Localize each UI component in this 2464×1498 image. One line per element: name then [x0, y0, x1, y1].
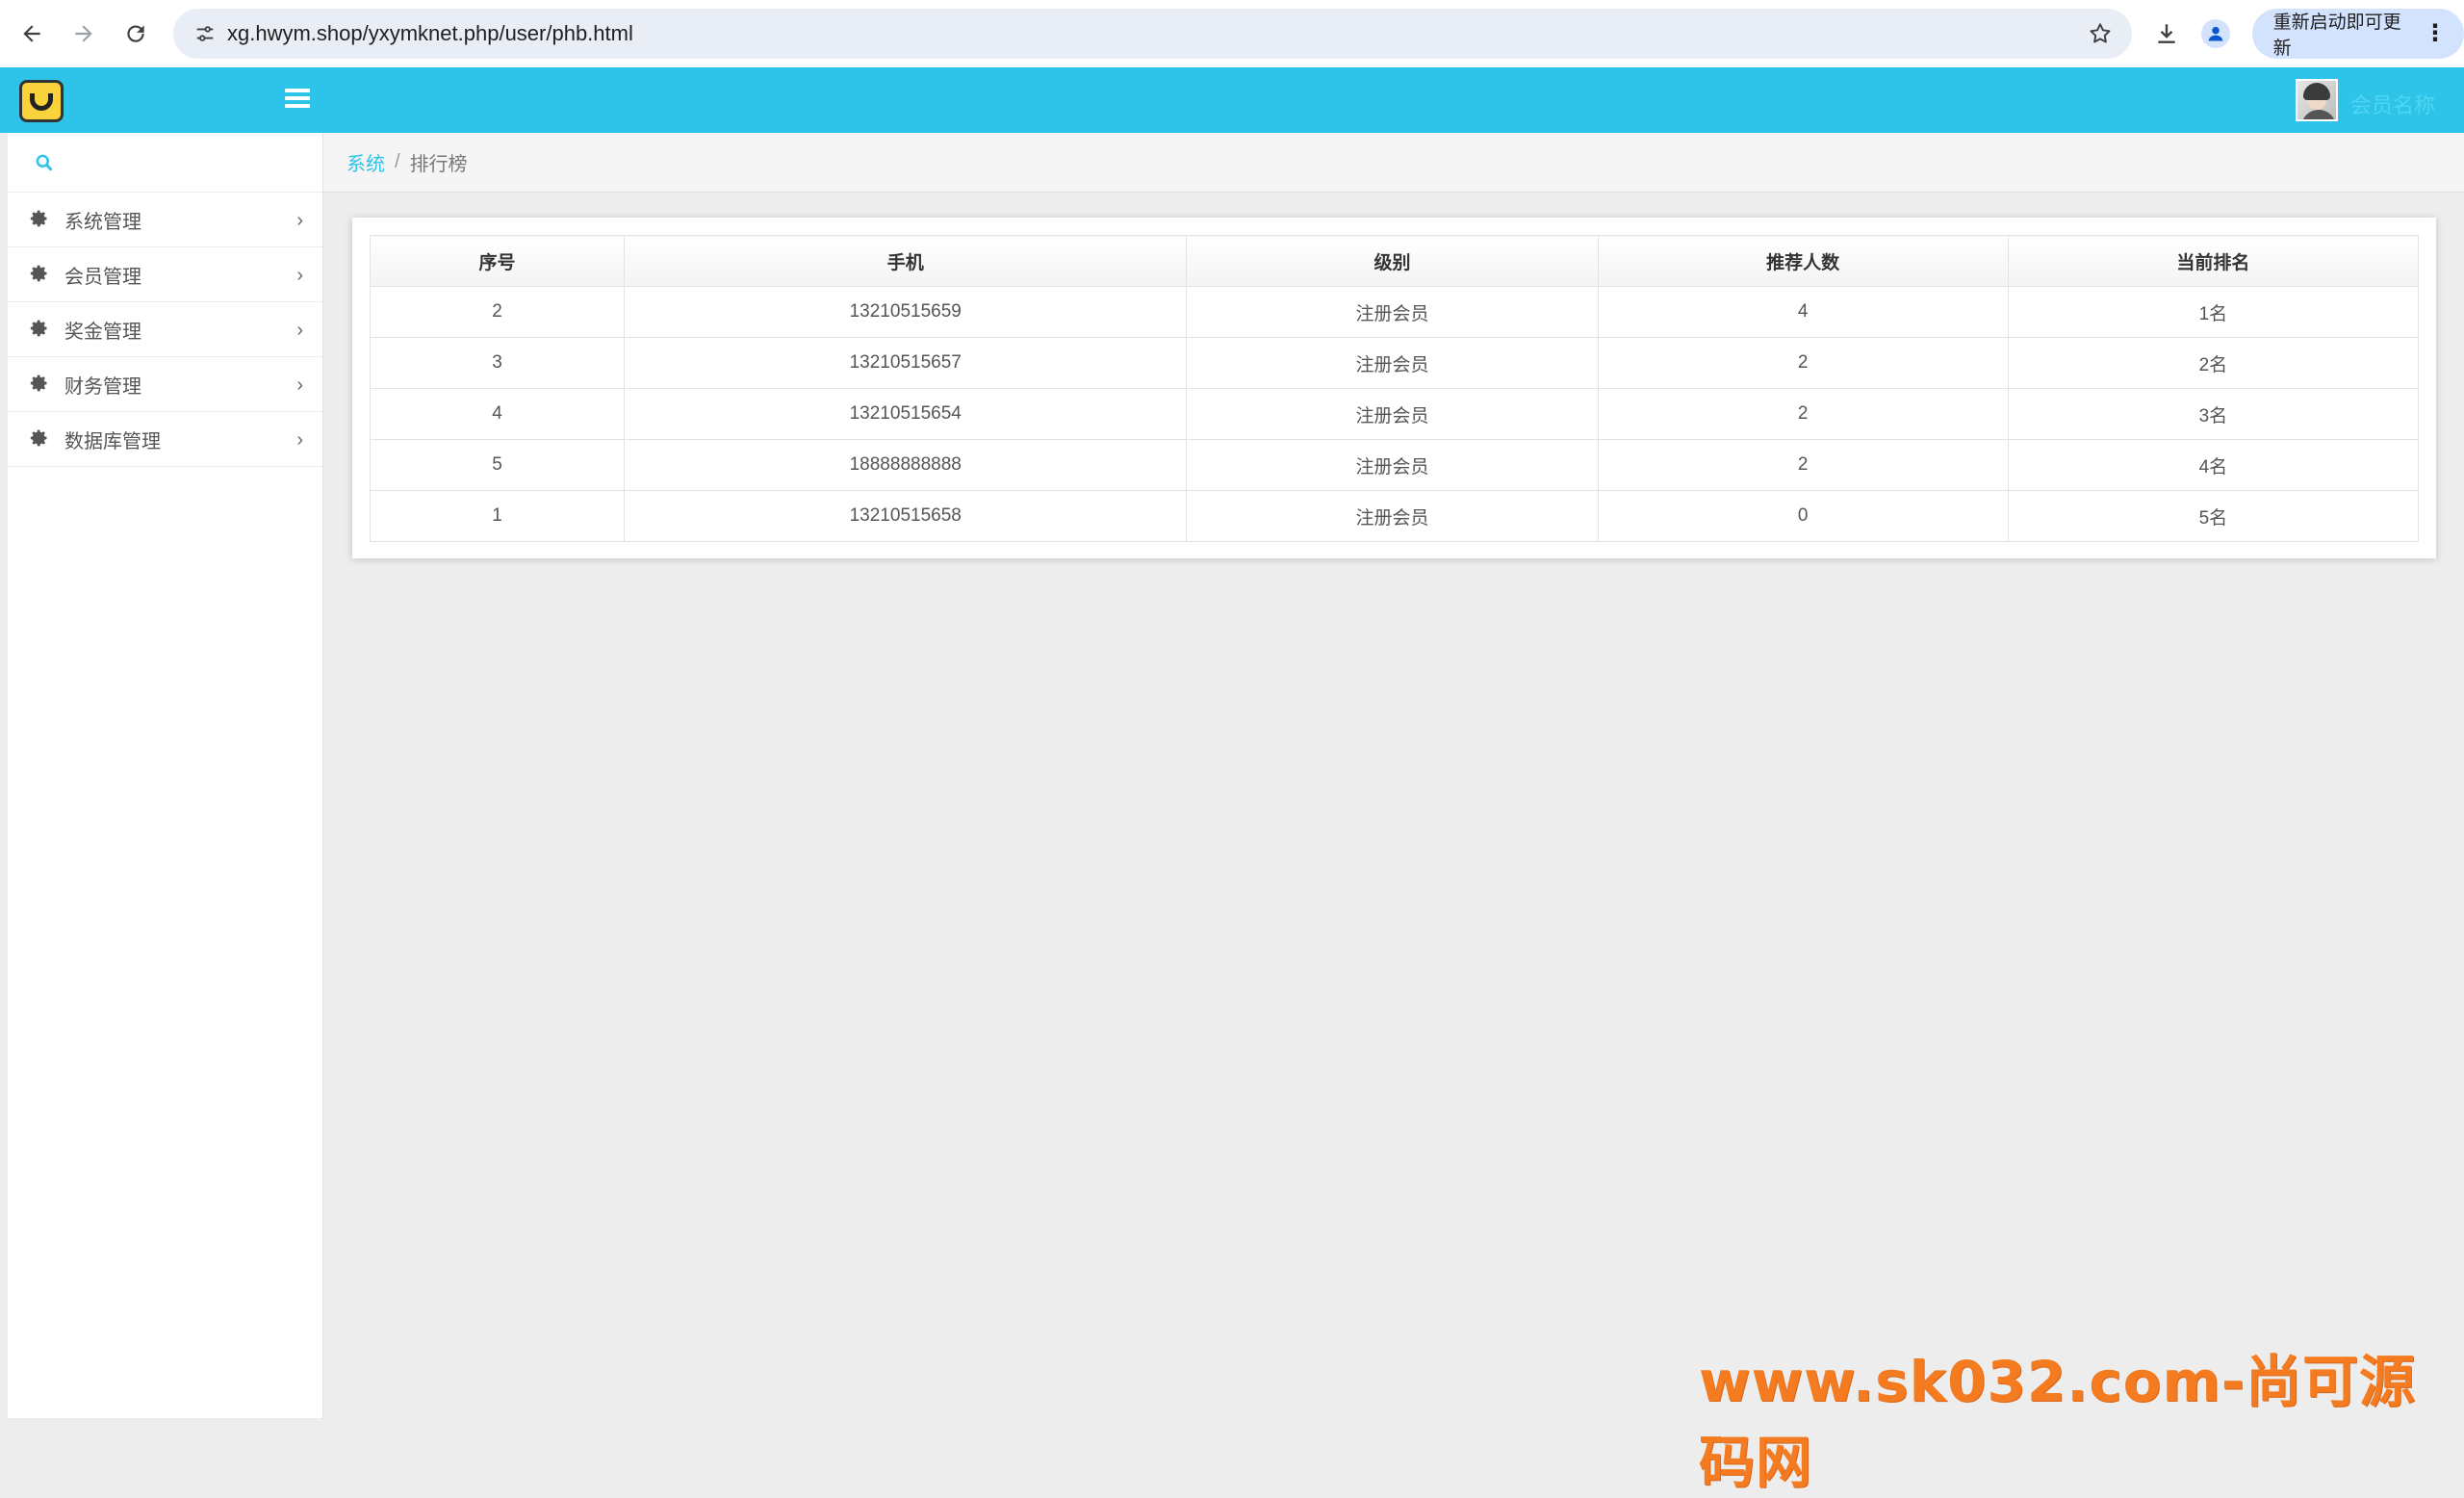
download-button[interactable]: [2142, 9, 2191, 59]
app-header: 会员名称: [0, 67, 2464, 133]
arrow-left-icon: [23, 25, 40, 42]
cell-level: 注册会员: [1186, 439, 1599, 491]
sidebar-item-label: 系统管理: [64, 211, 141, 233]
cell-referrals: 2: [1597, 337, 2009, 389]
table-row: 1 13210515658 注册会员 0 5名: [369, 490, 2420, 542]
table-row: 4 13210515654 注册会员 2 3名: [369, 388, 2420, 440]
chevron-right-icon: ›: [296, 320, 303, 341]
sidebar-item-bonus[interactable]: 奖金管理 ›: [8, 302, 322, 357]
more-vert-icon: ⋮: [2424, 20, 2447, 46]
cell-index: 3: [369, 337, 626, 389]
search-icon: [36, 154, 53, 170]
arrow-right-icon: [75, 25, 92, 42]
site-info-icon[interactable]: [183, 23, 227, 44]
gear-icon: [30, 374, 51, 395]
sidebar-item-finance[interactable]: 财务管理 ›: [8, 357, 322, 412]
table-header-row: 序号 手机 级别 推荐人数 当前排名: [369, 235, 2420, 287]
cell-phone: 13210515659: [624, 286, 1188, 338]
cell-rank: 1名: [2007, 286, 2420, 338]
url-text[interactable]: xg.hwym.shop/yxymknet.php/user/phb.html: [227, 21, 633, 46]
sidebar-search[interactable]: [8, 133, 322, 193]
watermark-text: www.sk032.com-尚可源码网: [1699, 1349, 2417, 1495]
cell-rank: 5名: [2007, 490, 2420, 542]
header-phone: 手机: [624, 235, 1188, 287]
ranking-table: 序号 手机 级别 推荐人数 当前排名 2 13210515659 注册会员 4 …: [369, 235, 2420, 542]
sidebar-item-database[interactable]: 数据库管理 ›: [8, 412, 322, 467]
header-rank: 当前排名: [2007, 235, 2420, 287]
table-row: 2 13210515659 注册会员 4 1名: [369, 286, 2420, 338]
cell-rank: 4名: [2007, 439, 2420, 491]
sidebar-item-label: 财务管理: [64, 375, 141, 398]
sidebar: 系统管理 › 会员管理 › 奖金管理 › 财务管理 › 数据库管理 ›: [8, 133, 323, 1418]
back-button[interactable]: [6, 8, 58, 60]
sidebar-item-label: 会员管理: [64, 266, 141, 288]
breadcrumb-separator: /: [395, 151, 400, 172]
cell-phone: 13210515657: [624, 337, 1188, 389]
person-icon: [2208, 26, 2223, 41]
sidebar-item-members[interactable]: 会员管理 ›: [8, 247, 322, 302]
cell-level: 注册会员: [1186, 286, 1599, 338]
cell-rank: 3名: [2007, 388, 2420, 440]
browser-toolbar: xg.hwym.shop/yxymknet.php/user/phb.html …: [0, 0, 2464, 67]
gear-icon: [30, 428, 51, 450]
gear-icon: [30, 264, 51, 285]
download-icon: [2157, 24, 2175, 43]
cell-referrals: 2: [1597, 439, 2009, 491]
sidebar-item-label: 奖金管理: [64, 321, 141, 343]
cell-index: 5: [369, 439, 626, 491]
table-row: 5 18888888888 注册会员 2 4名: [369, 439, 2420, 491]
logo-icon[interactable]: [19, 80, 64, 122]
table-row: 3 13210515657 注册会员 2 2名: [369, 337, 2420, 389]
sidebar-item-label: 数据库管理: [64, 430, 161, 452]
gear-icon: [30, 319, 51, 340]
cell-phone: 18888888888: [624, 439, 1188, 491]
update-label: 重新启动即可更新: [2272, 13, 2401, 59]
sidebar-item-system[interactable]: 系统管理 ›: [8, 193, 322, 247]
cell-phone: 13210515658: [624, 490, 1188, 542]
bookmark-star-icon[interactable]: [2088, 21, 2113, 51]
chevron-right-icon: ›: [296, 265, 303, 286]
address-bar[interactable]: xg.hwym.shop/yxymknet.php/user/phb.html: [173, 9, 2132, 59]
breadcrumb-root[interactable]: 系统: [346, 148, 385, 176]
reload-icon: [127, 25, 144, 42]
cell-level: 注册会员: [1186, 388, 1599, 440]
breadcrumb-current: 排行榜: [409, 154, 468, 175]
cell-index: 1: [369, 490, 626, 542]
forward-button[interactable]: [58, 8, 110, 60]
chevron-right-icon: ›: [296, 374, 303, 396]
header-index: 序号: [369, 235, 626, 287]
cell-level: 注册会员: [1186, 490, 1599, 542]
menu-toggle-icon[interactable]: [285, 89, 310, 110]
profile-button[interactable]: [2191, 9, 2240, 59]
cell-index: 2: [369, 286, 626, 338]
cell-referrals: 0: [1597, 490, 2009, 542]
cell-phone: 13210515654: [624, 388, 1188, 440]
chevron-right-icon: ›: [296, 210, 303, 231]
reload-button[interactable]: [110, 8, 162, 60]
user-name[interactable]: 会员名称: [2350, 89, 2435, 119]
avatar[interactable]: [2296, 79, 2338, 121]
breadcrumb: 系统 / 排行榜: [323, 133, 2464, 193]
update-button[interactable]: 重新启动即可更新 ⋮: [2251, 9, 2464, 59]
cell-referrals: 2: [1597, 388, 2009, 440]
ranking-card: 序号 手机 级别 推荐人数 当前排名 2 13210515659 注册会员 4 …: [352, 218, 2436, 558]
gear-icon: [30, 209, 51, 230]
cell-rank: 2名: [2007, 337, 2420, 389]
cell-level: 注册会员: [1186, 337, 1599, 389]
header-level: 级别: [1186, 235, 1599, 287]
cell-index: 4: [369, 388, 626, 440]
cell-referrals: 4: [1597, 286, 2009, 338]
chevron-right-icon: ›: [296, 429, 303, 451]
header-referrals: 推荐人数: [1597, 235, 2009, 287]
